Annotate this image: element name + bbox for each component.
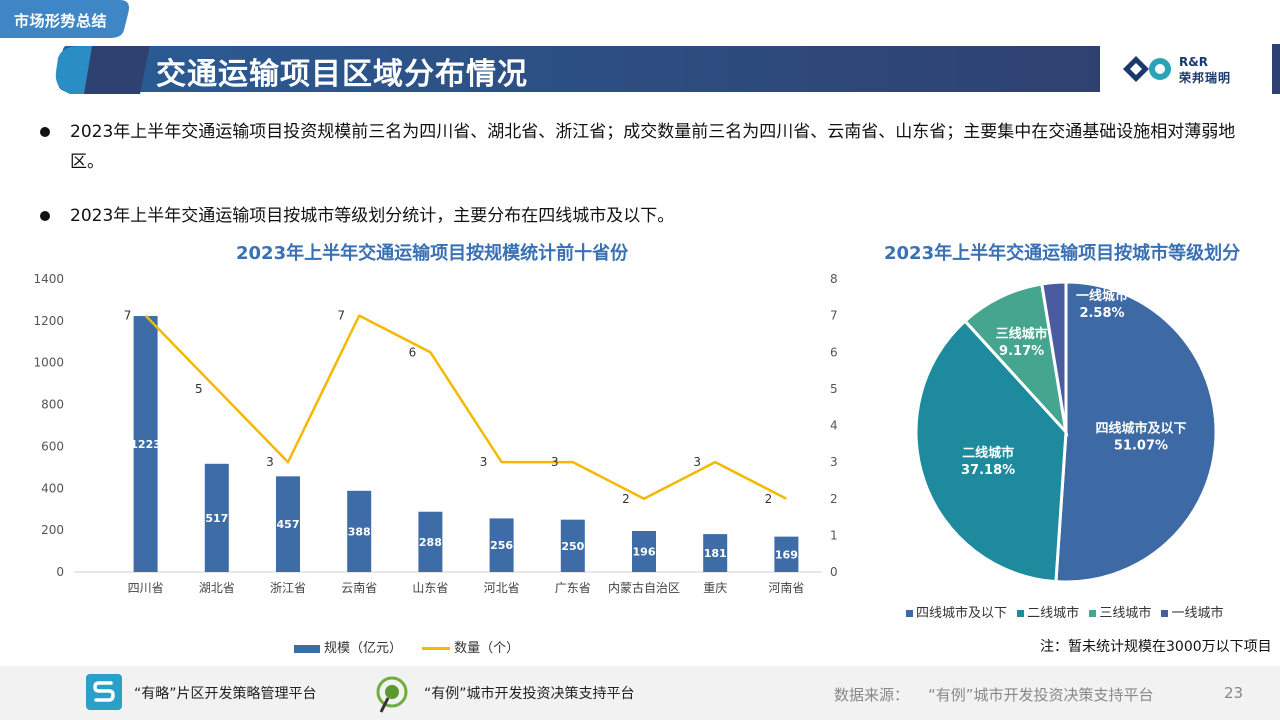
bar-value-label: 517 xyxy=(205,512,228,525)
pie-legend-item: 三线城市 xyxy=(1089,606,1151,621)
decision-platform-link[interactable]: “有例”城市开发投资决策支持平台 xyxy=(424,683,635,703)
y-tick-label: 1200 xyxy=(33,314,64,328)
x-tick-label: 内蒙古自治区 xyxy=(608,580,680,595)
y-tick-label: 400 xyxy=(41,481,64,495)
y2-tick-label: 1 xyxy=(830,528,838,542)
page-title: 交通运输项目区域分布情况 xyxy=(156,57,528,92)
count-line xyxy=(144,314,787,500)
legend-label-count: 数量（个） xyxy=(454,641,520,656)
pie-slice-value: 2.58% xyxy=(1079,306,1124,321)
bar-value-label: 1223 xyxy=(130,438,161,451)
x-tick-label: 河南省 xyxy=(768,580,804,595)
page-number: 23 xyxy=(1224,684,1244,702)
pie-slice-value: 37.18% xyxy=(961,463,1015,478)
bullet-dot xyxy=(40,127,50,137)
bar-value-label: 196 xyxy=(633,545,656,558)
pie-chart-legend: 四线城市及以下 二线城市 三线城市 一线城市 xyxy=(906,602,1229,621)
pie-legend-item: 四线城市及以下 xyxy=(906,606,1007,621)
line-value-label: 2 xyxy=(765,492,773,506)
y2-tick-label: 6 xyxy=(830,345,838,359)
pie-slice-label: 三线城市 xyxy=(996,326,1048,342)
pie-slice-label: 四线城市及以下 xyxy=(1095,421,1186,437)
bar-value-label: 457 xyxy=(277,518,300,531)
pie-slice-value: 51.07% xyxy=(1114,439,1168,454)
y2-tick-label: 7 xyxy=(830,309,838,323)
data-source: “有例”城市开发投资决策支持平台 xyxy=(928,686,1154,704)
bar-value-label: 288 xyxy=(419,536,442,549)
bar-value-label: 388 xyxy=(348,525,371,538)
line-value-label: 7 xyxy=(337,309,345,323)
bullet-text-1: 2023年上半年交通运输项目投资规模前三名为四川省、湖北省、浙江省；成交数量前三… xyxy=(70,122,1236,172)
footnote: 注：暂未统计规模在3000万以下项目 xyxy=(1040,639,1272,655)
pie-slice-value: 9.17% xyxy=(999,344,1044,359)
pie-slice-label: 二线城市 xyxy=(962,445,1014,461)
line-value-label: 3 xyxy=(551,455,559,469)
section-tag: 市场形势总结 xyxy=(14,12,108,30)
pie-chart: 四线城市及以下 51.07% 二线城市 37.18% 三线城市 9.17% 一线城市 2.58… xyxy=(914,280,1218,584)
x-tick-label: 河北省 xyxy=(484,581,520,595)
data-source-label: 数据来源： xyxy=(834,686,910,704)
pie-chart-title: 2023年上半年交通运输项目按城市等级划分 xyxy=(884,243,1241,264)
pie-legend-item: 一线城市 xyxy=(1161,606,1223,621)
line-value-label: 3 xyxy=(480,455,488,469)
line-value-label: 7 xyxy=(124,309,132,323)
decision-platform-icon[interactable] xyxy=(374,674,410,714)
x-tick-label: 云南省 xyxy=(341,580,377,595)
bar-line-chart: 0 200 400 600 800 1000 1200 1400 0 1 2 3 4 5 6 7 8 1223 四川… xyxy=(33,272,838,595)
bar-value-label: 181 xyxy=(704,547,727,560)
bar-chart-legend: 规模（亿元） 数量（个） xyxy=(294,637,519,656)
logo-brand: R&R xyxy=(1179,55,1208,69)
x-tick-label: 山东省 xyxy=(412,581,448,595)
y-tick-label: 600 xyxy=(41,439,64,453)
logo-name: 荣邦瑞明 xyxy=(1179,71,1232,85)
y2-tick-label: 0 xyxy=(830,565,838,579)
y2-tick-label: 3 xyxy=(830,455,838,469)
pie-legend-item: 二线城市 xyxy=(1017,606,1079,621)
y-tick-label: 1000 xyxy=(33,356,64,370)
x-tick-label: 重庆 xyxy=(703,581,727,595)
legend-swatch-line xyxy=(422,647,451,650)
line-value-label: 6 xyxy=(409,345,417,359)
y-tick-label: 200 xyxy=(41,523,64,537)
y2-tick-label: 5 xyxy=(830,382,838,396)
y-tick-label: 800 xyxy=(41,398,64,412)
bullet-dot xyxy=(40,211,50,221)
bar-value-label: 169 xyxy=(775,548,798,561)
bullet-text-2: 2023年上半年交通运输项目按城市等级划分统计，主要分布在四线城市及以下。 xyxy=(70,206,675,226)
x-tick-label: 四川省 xyxy=(128,581,164,595)
y-tick-label: 0 xyxy=(56,565,64,579)
y2-tick-label: 8 xyxy=(830,272,838,286)
y2-tick-label: 2 xyxy=(830,492,838,506)
x-tick-label: 广东省 xyxy=(555,581,591,595)
y-tick-label: 1400 xyxy=(33,272,64,286)
x-tick-label: 湖北省 xyxy=(199,580,235,595)
x-tick-label: 浙江省 xyxy=(270,581,306,595)
strategy-platform-icon[interactable] xyxy=(86,674,122,710)
legend-label-scale: 规模（亿元） xyxy=(324,641,403,656)
line-value-label: 5 xyxy=(195,382,203,396)
bar-value-label: 256 xyxy=(490,539,513,552)
legend-swatch-bar xyxy=(294,644,320,653)
line-value-label: 3 xyxy=(266,455,274,469)
line-value-label: 3 xyxy=(693,455,701,469)
pie-slice-label: 一线城市 xyxy=(1076,288,1128,304)
bar-value-label: 250 xyxy=(561,540,584,553)
y2-tick-label: 4 xyxy=(830,419,838,433)
strategy-platform-link[interactable]: “有略”片区开发策略管理平台 xyxy=(134,683,317,703)
line-value-label: 2 xyxy=(622,492,630,506)
